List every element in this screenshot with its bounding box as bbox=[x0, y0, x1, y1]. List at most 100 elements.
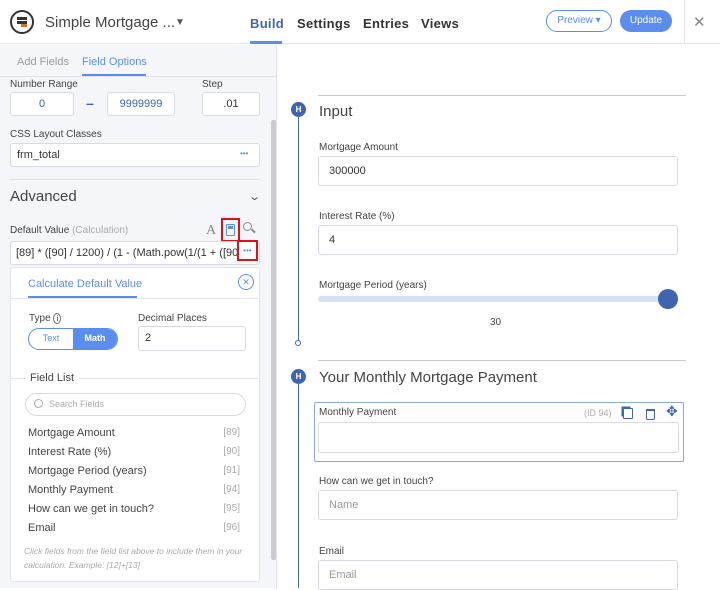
field-id: [90] bbox=[223, 446, 240, 457]
mortgage-period-slider[interactable] bbox=[318, 296, 670, 302]
field-list-item[interactable]: Email [96] bbox=[28, 522, 240, 534]
advanced-heading[interactable]: Advanced bbox=[10, 188, 77, 205]
css-classes-input[interactable]: frm_total bbox=[10, 143, 260, 167]
form-title[interactable]: Simple Mortgage ... bbox=[45, 14, 175, 31]
divider bbox=[11, 298, 259, 299]
number-range-label: Number Range bbox=[10, 79, 78, 90]
decimal-places-input[interactable]: 2 bbox=[138, 326, 246, 351]
field-name: Email bbox=[28, 522, 56, 534]
calculation-panel: Calculate Default Value ✕ Type i Text Ma… bbox=[10, 267, 260, 582]
email-label: Email bbox=[319, 546, 345, 557]
range-min-input[interactable]: 0 bbox=[10, 92, 74, 116]
field-id-label: (ID 94) bbox=[584, 408, 612, 418]
close-icon[interactable]: ✕ bbox=[693, 13, 706, 31]
section-line bbox=[298, 110, 299, 343]
active-tab-underline bbox=[82, 74, 146, 76]
tab-add-fields[interactable]: Add Fields bbox=[17, 56, 69, 68]
type-label: Type i bbox=[29, 313, 62, 324]
more-icon[interactable]: ••• bbox=[240, 149, 248, 158]
mortgage-period-label: Mortgage Period (years) bbox=[319, 280, 427, 291]
calc-hint: Click fields from the field list above t… bbox=[24, 546, 243, 570]
name-input[interactable]: Name bbox=[318, 490, 678, 520]
preview-button[interactable]: Preview ▾ bbox=[546, 10, 612, 32]
tab-views[interactable]: Views bbox=[421, 16, 459, 31]
info-icon[interactable]: i bbox=[53, 313, 62, 324]
scrollbar[interactable] bbox=[271, 120, 276, 560]
mortgage-amount-input[interactable]: 300000 bbox=[318, 156, 678, 186]
field-list-label: Field List bbox=[25, 372, 80, 384]
section-heading-payment[interactable]: Your Monthly Mortgage Payment bbox=[319, 369, 537, 386]
monthly-payment-label: Monthly Payment bbox=[319, 407, 397, 418]
type-option-math[interactable]: Math bbox=[73, 329, 117, 349]
sidebar: Add Fields Field Options Number Range 0 … bbox=[0, 45, 277, 588]
header: Simple Mortgage ... ▼ Build Settings Ent… bbox=[0, 0, 720, 44]
divider bbox=[318, 360, 686, 361]
close-circle-icon[interactable]: ✕ bbox=[238, 274, 254, 290]
text-format-icon[interactable]: A bbox=[206, 223, 216, 239]
field-id: [89] bbox=[223, 427, 240, 438]
field-name: Mortgage Period (years) bbox=[28, 465, 147, 477]
type-option-text[interactable]: Text bbox=[29, 329, 73, 349]
move-icon[interactable]: ✥ bbox=[666, 403, 678, 420]
tab-settings[interactable]: Settings bbox=[297, 16, 351, 31]
chevron-down-icon[interactable]: ⌄ bbox=[248, 190, 261, 203]
calculator-icon[interactable] bbox=[221, 218, 240, 242]
calculation-tag: (Calculation) bbox=[72, 225, 129, 236]
field-id: [94] bbox=[223, 484, 240, 495]
heading-badge-icon: H bbox=[291, 369, 306, 384]
search-placeholder: Search Fields bbox=[49, 399, 105, 409]
field-list-item[interactable]: How can we get in touch? [95] bbox=[28, 503, 240, 515]
field-list-item[interactable]: Monthly Payment [94] bbox=[28, 484, 240, 496]
contact-label: How can we get in touch? bbox=[319, 476, 434, 487]
divider bbox=[684, 0, 685, 44]
active-tab-underline bbox=[250, 41, 282, 44]
update-button[interactable]: Update bbox=[620, 10, 672, 32]
search-icon bbox=[34, 399, 43, 408]
field-list-item[interactable]: Interest Rate (%) [90] bbox=[28, 446, 240, 458]
duplicate-icon[interactable] bbox=[623, 408, 633, 419]
step-label: Step bbox=[202, 79, 223, 90]
slider-handle[interactable] bbox=[658, 289, 678, 309]
interest-rate-label: Interest Rate (%) bbox=[319, 211, 395, 222]
default-value-text: Default Value bbox=[10, 225, 70, 236]
default-value-label: Default Value (Calculation) bbox=[10, 225, 128, 236]
tab-field-options[interactable]: Field Options bbox=[82, 56, 147, 68]
calc-panel-title: Calculate Default Value bbox=[28, 278, 143, 290]
formidable-logo-icon bbox=[10, 10, 34, 34]
email-input[interactable]: Email bbox=[318, 560, 678, 590]
tab-entries[interactable]: Entries bbox=[363, 16, 409, 31]
range-separator: – bbox=[86, 95, 94, 111]
field-list-item[interactable]: Mortgage Period (years) [91] bbox=[28, 465, 240, 477]
delete-icon[interactable] bbox=[646, 409, 655, 420]
section-end-dot bbox=[295, 340, 301, 346]
field-name: How can we get in touch? bbox=[28, 503, 154, 515]
monthly-payment-input[interactable] bbox=[318, 422, 679, 453]
type-toggle[interactable]: Text Math bbox=[28, 328, 118, 350]
field-name: Monthly Payment bbox=[28, 484, 113, 496]
css-classes-label: CSS Layout Classes bbox=[10, 129, 102, 140]
more-icon[interactable]: ••• bbox=[237, 240, 258, 261]
chevron-down-icon[interactable]: ▼ bbox=[175, 17, 185, 28]
search-fields-input[interactable]: Search Fields bbox=[25, 393, 246, 416]
divider bbox=[0, 76, 277, 77]
search-icon[interactable] bbox=[243, 222, 256, 234]
heading-badge-icon: H bbox=[291, 102, 306, 117]
divider bbox=[10, 179, 260, 180]
selected-field-monthly-payment[interactable]: Monthly Payment (ID 94) ✥ bbox=[314, 402, 684, 462]
range-max-input[interactable]: 9999999 bbox=[107, 92, 175, 116]
interest-rate-input[interactable]: 4 bbox=[318, 225, 678, 255]
field-id: [91] bbox=[223, 465, 240, 476]
tab-build[interactable]: Build bbox=[250, 16, 284, 31]
field-name: Mortgage Amount bbox=[28, 427, 115, 439]
field-list-item[interactable]: Mortgage Amount [89] bbox=[28, 427, 240, 439]
divider bbox=[318, 95, 686, 96]
step-input[interactable]: .01 bbox=[202, 92, 260, 116]
slider-value: 30 bbox=[490, 317, 502, 328]
field-id: [96] bbox=[223, 522, 240, 533]
section-heading-input[interactable]: Input bbox=[319, 103, 352, 120]
default-value-input[interactable]: [89] * ([90] / 1200) / (1 - (Math.pow(1/… bbox=[10, 241, 260, 265]
section-line bbox=[298, 384, 299, 588]
decimal-places-label: Decimal Places bbox=[138, 313, 207, 324]
type-text: Type bbox=[29, 313, 51, 324]
mortgage-amount-label: Mortgage Amount bbox=[319, 142, 398, 153]
